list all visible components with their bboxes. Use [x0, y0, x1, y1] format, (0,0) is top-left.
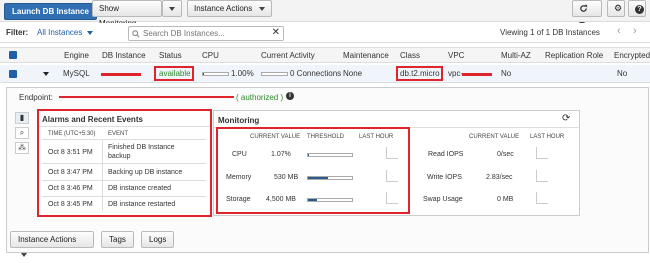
instance-details-panel: Endpoint: ( authorized ) i ▮ ⌕ ⁂ Alarms …: [6, 87, 649, 253]
refresh-icon: [580, 5, 588, 13]
row-checkbox[interactable]: [9, 70, 17, 78]
instance-filter-select[interactable]: All Instances: [37, 28, 93, 37]
search-input[interactable]: [143, 29, 263, 38]
encrypted-cell: No: [617, 69, 628, 78]
metric-value: 2.83/sec: [486, 174, 513, 181]
cpu-cell: 1.00%: [231, 69, 254, 78]
table-row[interactable]: MySQL available 1.00% 0 Connections None…: [0, 65, 650, 83]
tab-topology[interactable]: ⁂: [15, 142, 29, 154]
table-header: Engine DB Instance Status CPU Current Ac…: [0, 47, 650, 63]
clear-search-icon[interactable]: ✕: [272, 27, 280, 38]
metric-name: Swap Usage: [423, 196, 463, 203]
column-header-cpu[interactable]: CPU: [202, 51, 219, 60]
column-header-multi-az[interactable]: Multi-AZ: [501, 51, 531, 60]
hierarchy-icon: ⁂: [18, 143, 26, 152]
refresh-monitoring-icon[interactable]: ⟳: [562, 113, 570, 124]
viewing-count: Viewing 1 of 1 DB Instances: [500, 28, 600, 37]
column-header-status[interactable]: Status: [159, 51, 182, 60]
maintenance-cell: None: [343, 69, 363, 78]
last-hour-header-right: LAST HOUR: [530, 134, 565, 140]
show-monitoring-button[interactable]: Show Monitoring: [92, 0, 162, 28]
chart-icon: ▮: [19, 113, 25, 122]
column-header-replication-role[interactable]: Replication Role: [545, 51, 603, 60]
metric-value: 0 MB: [497, 196, 514, 203]
column-header-maintenance[interactable]: Maintenance: [343, 51, 389, 60]
status-highlight: [154, 66, 194, 81]
settings-button[interactable]: ⚙: [607, 0, 625, 17]
filter-label: Filter:: [6, 28, 29, 37]
first-page-icon[interactable]: ‹: [617, 25, 621, 37]
column-header-vpc[interactable]: VPC: [448, 51, 464, 60]
bottom-instance-actions-button[interactable]: Instance Actions: [10, 231, 94, 257]
vpc-cell: vpc-: [448, 69, 464, 78]
endpoint-label: Endpoint:: [19, 93, 53, 102]
class-highlight: [396, 66, 443, 81]
column-header-encrypted[interactable]: Encrypted: [614, 51, 650, 60]
redacted-vpc: [462, 73, 492, 76]
current-value-header-right: CURRENT VALUE: [469, 134, 520, 140]
instance-actions-label: Instance Actions: [194, 4, 253, 13]
metric-sparkline[interactable]: [536, 192, 548, 204]
help-button[interactable]: ?: [628, 0, 646, 17]
info-icon[interactable]: i: [286, 92, 294, 100]
chevron-down-icon: [169, 6, 175, 11]
column-header-engine[interactable]: Engine: [64, 51, 89, 60]
chevron-down-icon: [86, 30, 93, 35]
tab-details[interactable]: ⌕: [15, 127, 29, 139]
redacted-db-instance: [101, 73, 141, 76]
next-page-icon[interactable]: ›: [633, 25, 637, 37]
multi-az-cell: No: [501, 69, 512, 78]
launch-db-instance-button[interactable]: Launch DB Instance: [4, 3, 97, 20]
logs-button[interactable]: Logs: [141, 231, 175, 248]
column-header-class[interactable]: Class: [400, 51, 420, 60]
monitoring-highlight: [216, 127, 410, 214]
expand-row-icon[interactable]: [43, 72, 49, 76]
metric-name: Write IOPS: [427, 174, 462, 181]
help-icon: ?: [635, 5, 644, 14]
column-header-current-activity[interactable]: Current Activity: [261, 51, 315, 60]
instance-filter-value: All Instances: [37, 28, 83, 37]
engine-cell: MySQL: [63, 69, 90, 78]
tab-monitoring[interactable]: ▮: [15, 112, 29, 124]
metric-value: 0/sec: [497, 151, 514, 158]
alarms-highlight: [37, 109, 212, 217]
gear-icon: ⚙: [614, 3, 623, 13]
tags-button[interactable]: Tags: [101, 231, 134, 248]
refresh-button[interactable]: [572, 0, 602, 26]
redacted-endpoint: [59, 96, 234, 98]
instance-actions-button[interactable]: Instance Actions: [187, 0, 272, 17]
chevron-down-icon: [21, 252, 27, 257]
bottom-instance-actions-label: Instance Actions: [18, 235, 77, 244]
chevron-down-icon: [258, 6, 265, 11]
metric-sparkline[interactable]: [536, 147, 548, 159]
metric-sparkline[interactable]: [536, 170, 548, 182]
top-toolbar: Launch DB Instance Show Monitoring Insta…: [0, 0, 650, 28]
metric-name: Read IOPS: [428, 151, 464, 158]
column-header-db-instance[interactable]: DB Instance: [102, 51, 146, 60]
magnifier-icon: ⌕: [19, 128, 25, 137]
endpoint-authorized-status: ( authorized ): [236, 93, 284, 102]
search-box: ✕: [128, 26, 284, 41]
activity-cell: 0 Connections: [290, 69, 342, 78]
search-icon: [132, 30, 140, 38]
connections-bar: [261, 72, 288, 76]
filter-bar: Filter: All Instances ✕ Viewing 1 of 1 D…: [0, 23, 650, 43]
monitoring-title: Monitoring: [218, 116, 260, 125]
show-monitoring-dropdown[interactable]: [162, 0, 182, 17]
select-all-checkbox[interactable]: [9, 51, 17, 59]
cpu-bar: [202, 72, 229, 76]
